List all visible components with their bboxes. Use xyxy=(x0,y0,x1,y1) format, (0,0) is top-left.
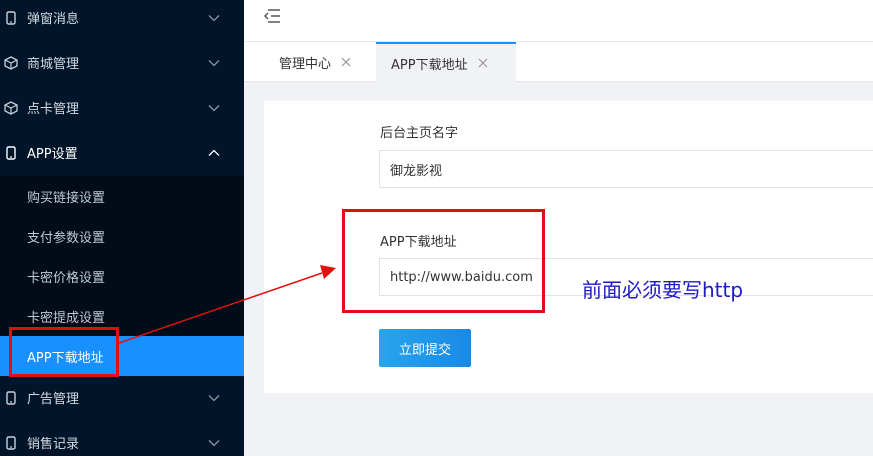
submenu-item-label: 支付参数设置 xyxy=(27,230,106,246)
sidebar-item-label: 商城管理 xyxy=(27,57,80,72)
tab-admin-center[interactable]: 管理中心 xyxy=(244,42,376,82)
sidebar-item-mall[interactable]: 商城管理 xyxy=(0,40,244,85)
close-icon[interactable] xyxy=(478,58,488,68)
tab-app-download[interactable]: APP下载地址 xyxy=(376,42,516,82)
submenu-item-card-price[interactable]: 卡密价格设置 xyxy=(0,256,244,296)
homepage-name-input[interactable] xyxy=(379,150,873,188)
menu-fold-icon[interactable] xyxy=(263,8,283,26)
sidebar-item-popup-messages[interactable]: 弹窗消息 xyxy=(0,0,244,40)
submenu-item-label: APP下载地址 xyxy=(27,350,104,366)
chevron-down-icon xyxy=(208,392,220,404)
tab-bar: 管理中心 APP下载地址 xyxy=(244,42,873,82)
sidebar-item-app-settings[interactable]: APP设置 xyxy=(0,130,244,175)
app-settings-submenu: 购买链接设置 支付参数设置 卡密价格设置 卡密提成设置 APP下载地址 xyxy=(0,176,244,376)
submenu-item-label: 卡密提成设置 xyxy=(27,310,106,326)
box-icon xyxy=(4,100,18,115)
sidebar: 弹窗消息 商城管理 点卡管理 APP设置 购买链接设置 支付参数设置 卡密价格设… xyxy=(0,0,244,456)
phone-icon xyxy=(4,145,18,160)
sidebar-item-label: 点卡管理 xyxy=(27,102,80,117)
chevron-down-icon xyxy=(208,102,220,114)
form-card xyxy=(264,101,873,393)
submenu-item-payment-params[interactable]: 支付参数设置 xyxy=(0,216,244,256)
sidebar-item-card-management[interactable]: 点卡管理 xyxy=(0,85,244,130)
submenu-item-purchase-link[interactable]: 购买链接设置 xyxy=(0,176,244,216)
chevron-down-icon xyxy=(208,12,220,24)
close-icon[interactable] xyxy=(341,57,351,67)
tab-label: APP下载地址 xyxy=(391,57,468,73)
app-download-label: APP下载地址 xyxy=(380,235,457,250)
chevron-down-icon xyxy=(208,437,220,449)
phone-icon xyxy=(4,435,18,450)
homepage-name-label: 后台主页名字 xyxy=(380,126,459,141)
sidebar-item-sales-records[interactable]: 销售记录 xyxy=(0,420,244,456)
submenu-item-app-download[interactable]: APP下载地址 xyxy=(0,336,244,376)
top-header xyxy=(244,0,873,42)
sidebar-item-label: 销售记录 xyxy=(27,437,80,452)
sidebar-item-label: 弹窗消息 xyxy=(27,12,80,27)
chevron-down-icon xyxy=(208,57,220,69)
submenu-item-card-commission[interactable]: 卡密提成设置 xyxy=(0,296,244,336)
tab-label: 管理中心 xyxy=(279,56,332,72)
sidebar-item-ads[interactable]: 广告管理 xyxy=(0,375,244,420)
submenu-item-label: 卡密价格设置 xyxy=(27,270,106,286)
submit-button[interactable]: 立即提交 xyxy=(379,329,471,367)
annotation-note: 前面必须要写http xyxy=(582,278,744,302)
chevron-up-icon xyxy=(208,147,220,159)
phone-icon xyxy=(4,390,18,405)
phone-icon xyxy=(4,10,18,25)
sidebar-item-label: 广告管理 xyxy=(27,392,80,407)
submenu-item-label: 购买链接设置 xyxy=(27,190,106,206)
box-icon xyxy=(4,55,18,70)
sidebar-item-label: APP设置 xyxy=(27,147,78,162)
